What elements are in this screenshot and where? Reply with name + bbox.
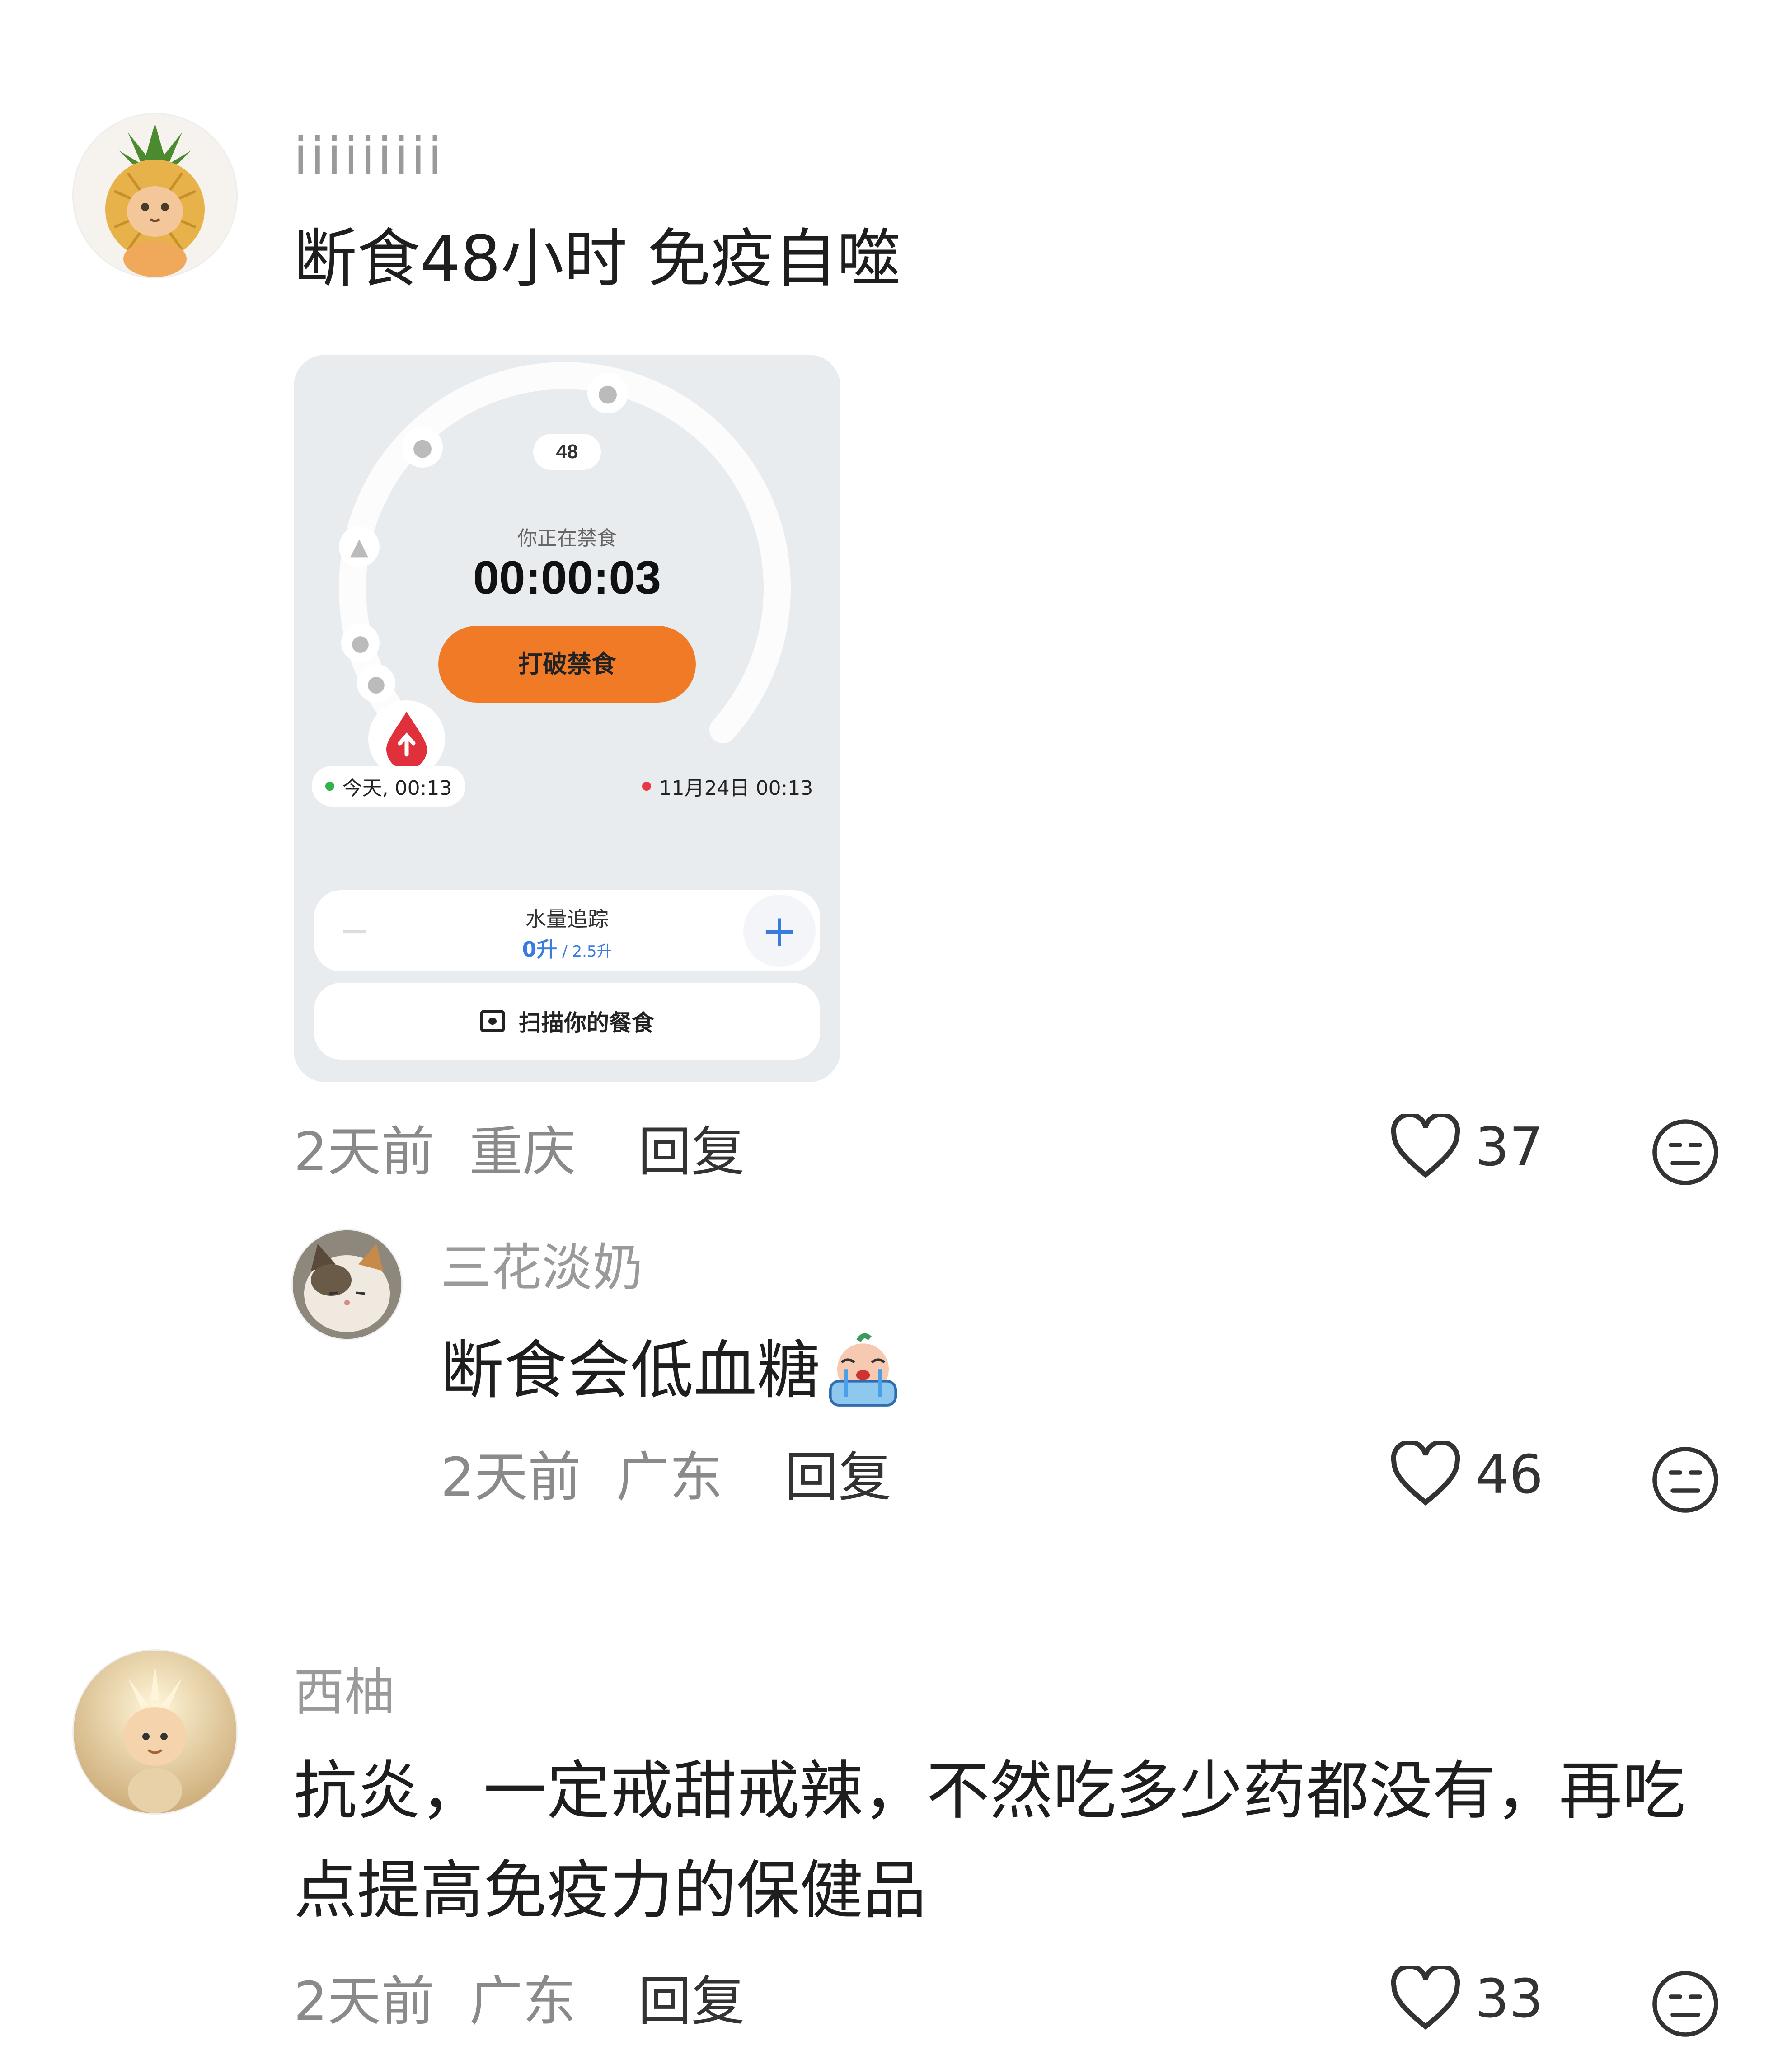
glowing-baby-avatar-image	[74, 1651, 236, 1813]
comment-location: 重庆	[469, 1121, 576, 1183]
scan-meal-label: 扫描你的餐食	[519, 1010, 654, 1036]
comment-time: 2天前	[294, 1121, 435, 1183]
comment-text-body: 断食会低血糖	[441, 1334, 821, 1407]
reply-button[interactable]: 回复	[785, 1446, 891, 1508]
down-drop-stage-icon: ●	[357, 664, 395, 703]
avatar[interactable]	[72, 1649, 238, 1815]
start-time-chip: 今天, 00:13	[312, 766, 465, 807]
neutral-face-icon[interactable]	[1649, 1444, 1722, 1516]
like-count: 37	[1475, 1115, 1543, 1178]
break-fast-button[interactable]: 打破禁食	[438, 626, 696, 703]
drop-stage-icon: ●	[402, 427, 443, 468]
like-button[interactable]: 46	[1389, 1441, 1543, 1507]
scan-meal-button[interactable]: 扫描你的餐食	[314, 983, 820, 1060]
end-time: 11月24日 00:13	[659, 777, 813, 800]
username[interactable]: iiiiiiiii	[294, 131, 445, 182]
like-button[interactable]: 33	[1389, 1966, 1543, 2031]
like-count: 33	[1475, 1967, 1543, 2030]
end-time-chip: 11月24日 00:13	[628, 766, 827, 807]
comment-meta: 2天前 广东 回复	[294, 1975, 745, 2028]
comment-location: 广东	[469, 1970, 576, 2032]
end-dot	[642, 782, 651, 791]
ring-hours-badge: 48	[533, 434, 601, 470]
heart-outline-icon	[1391, 1441, 1460, 1506]
username[interactable]: 三花淡奶	[441, 1243, 643, 1293]
like-count: 46	[1475, 1443, 1543, 1506]
comment-meta: 2天前 广东 回复	[441, 1450, 891, 1504]
water-current: 0升	[522, 937, 558, 962]
avatar[interactable]	[291, 1229, 403, 1340]
comment-time: 2天前	[294, 1970, 435, 2032]
fasting-timer: 00:00:03	[473, 552, 661, 604]
comment-meta: 2天前 重庆 回复	[294, 1125, 745, 1178]
comment-time: 2天前	[441, 1446, 582, 1508]
fasting-status: 你正在禁食	[517, 527, 617, 550]
moon-stage-icon: ●	[587, 373, 628, 413]
neutral-face-icon[interactable]	[1649, 1968, 1722, 2040]
equal-drop-stage-icon: ●	[341, 624, 380, 662]
comment-location: 广东	[616, 1446, 723, 1508]
camera-scan-icon	[480, 1010, 505, 1032]
avatar[interactable]	[72, 113, 238, 278]
comment-text: 抗炎，一定戒甜戒辣，不然吃多少药都没有，再吃点提高免疫力的保健品	[294, 1755, 1686, 1928]
heart-outline-icon	[1391, 1966, 1460, 2030]
pineapple-cat-avatar-image	[74, 114, 236, 277]
water-tracker: − 水量追踪 0升 / 2.5升 +	[314, 890, 820, 971]
start-time: 今天, 00:13	[342, 777, 452, 800]
heart-outline-icon	[1391, 1114, 1460, 1178]
reply-button[interactable]: 回复	[638, 1970, 745, 2032]
water-plus-button[interactable]: +	[743, 895, 816, 967]
start-dot	[325, 782, 334, 791]
crying-face-emoji	[829, 1333, 897, 1407]
username[interactable]: 西柚	[294, 1667, 395, 1718]
like-button[interactable]: 37	[1389, 1114, 1543, 1179]
water-goal: / 2.5升	[557, 943, 612, 961]
calico-cat-avatar-image	[293, 1230, 401, 1339]
reply-button[interactable]: 回复	[638, 1121, 745, 1183]
attached-image[interactable]: ● ● ▲ ● ● 48 你正在禁食 00:00:03 打破禁食 今天, 00:…	[294, 355, 840, 1082]
comment-text: 断食会低血糖	[441, 1322, 906, 1420]
comment-text: 断食48小时 免疫自噬	[294, 222, 901, 296]
neutral-face-icon[interactable]	[1649, 1116, 1722, 1188]
